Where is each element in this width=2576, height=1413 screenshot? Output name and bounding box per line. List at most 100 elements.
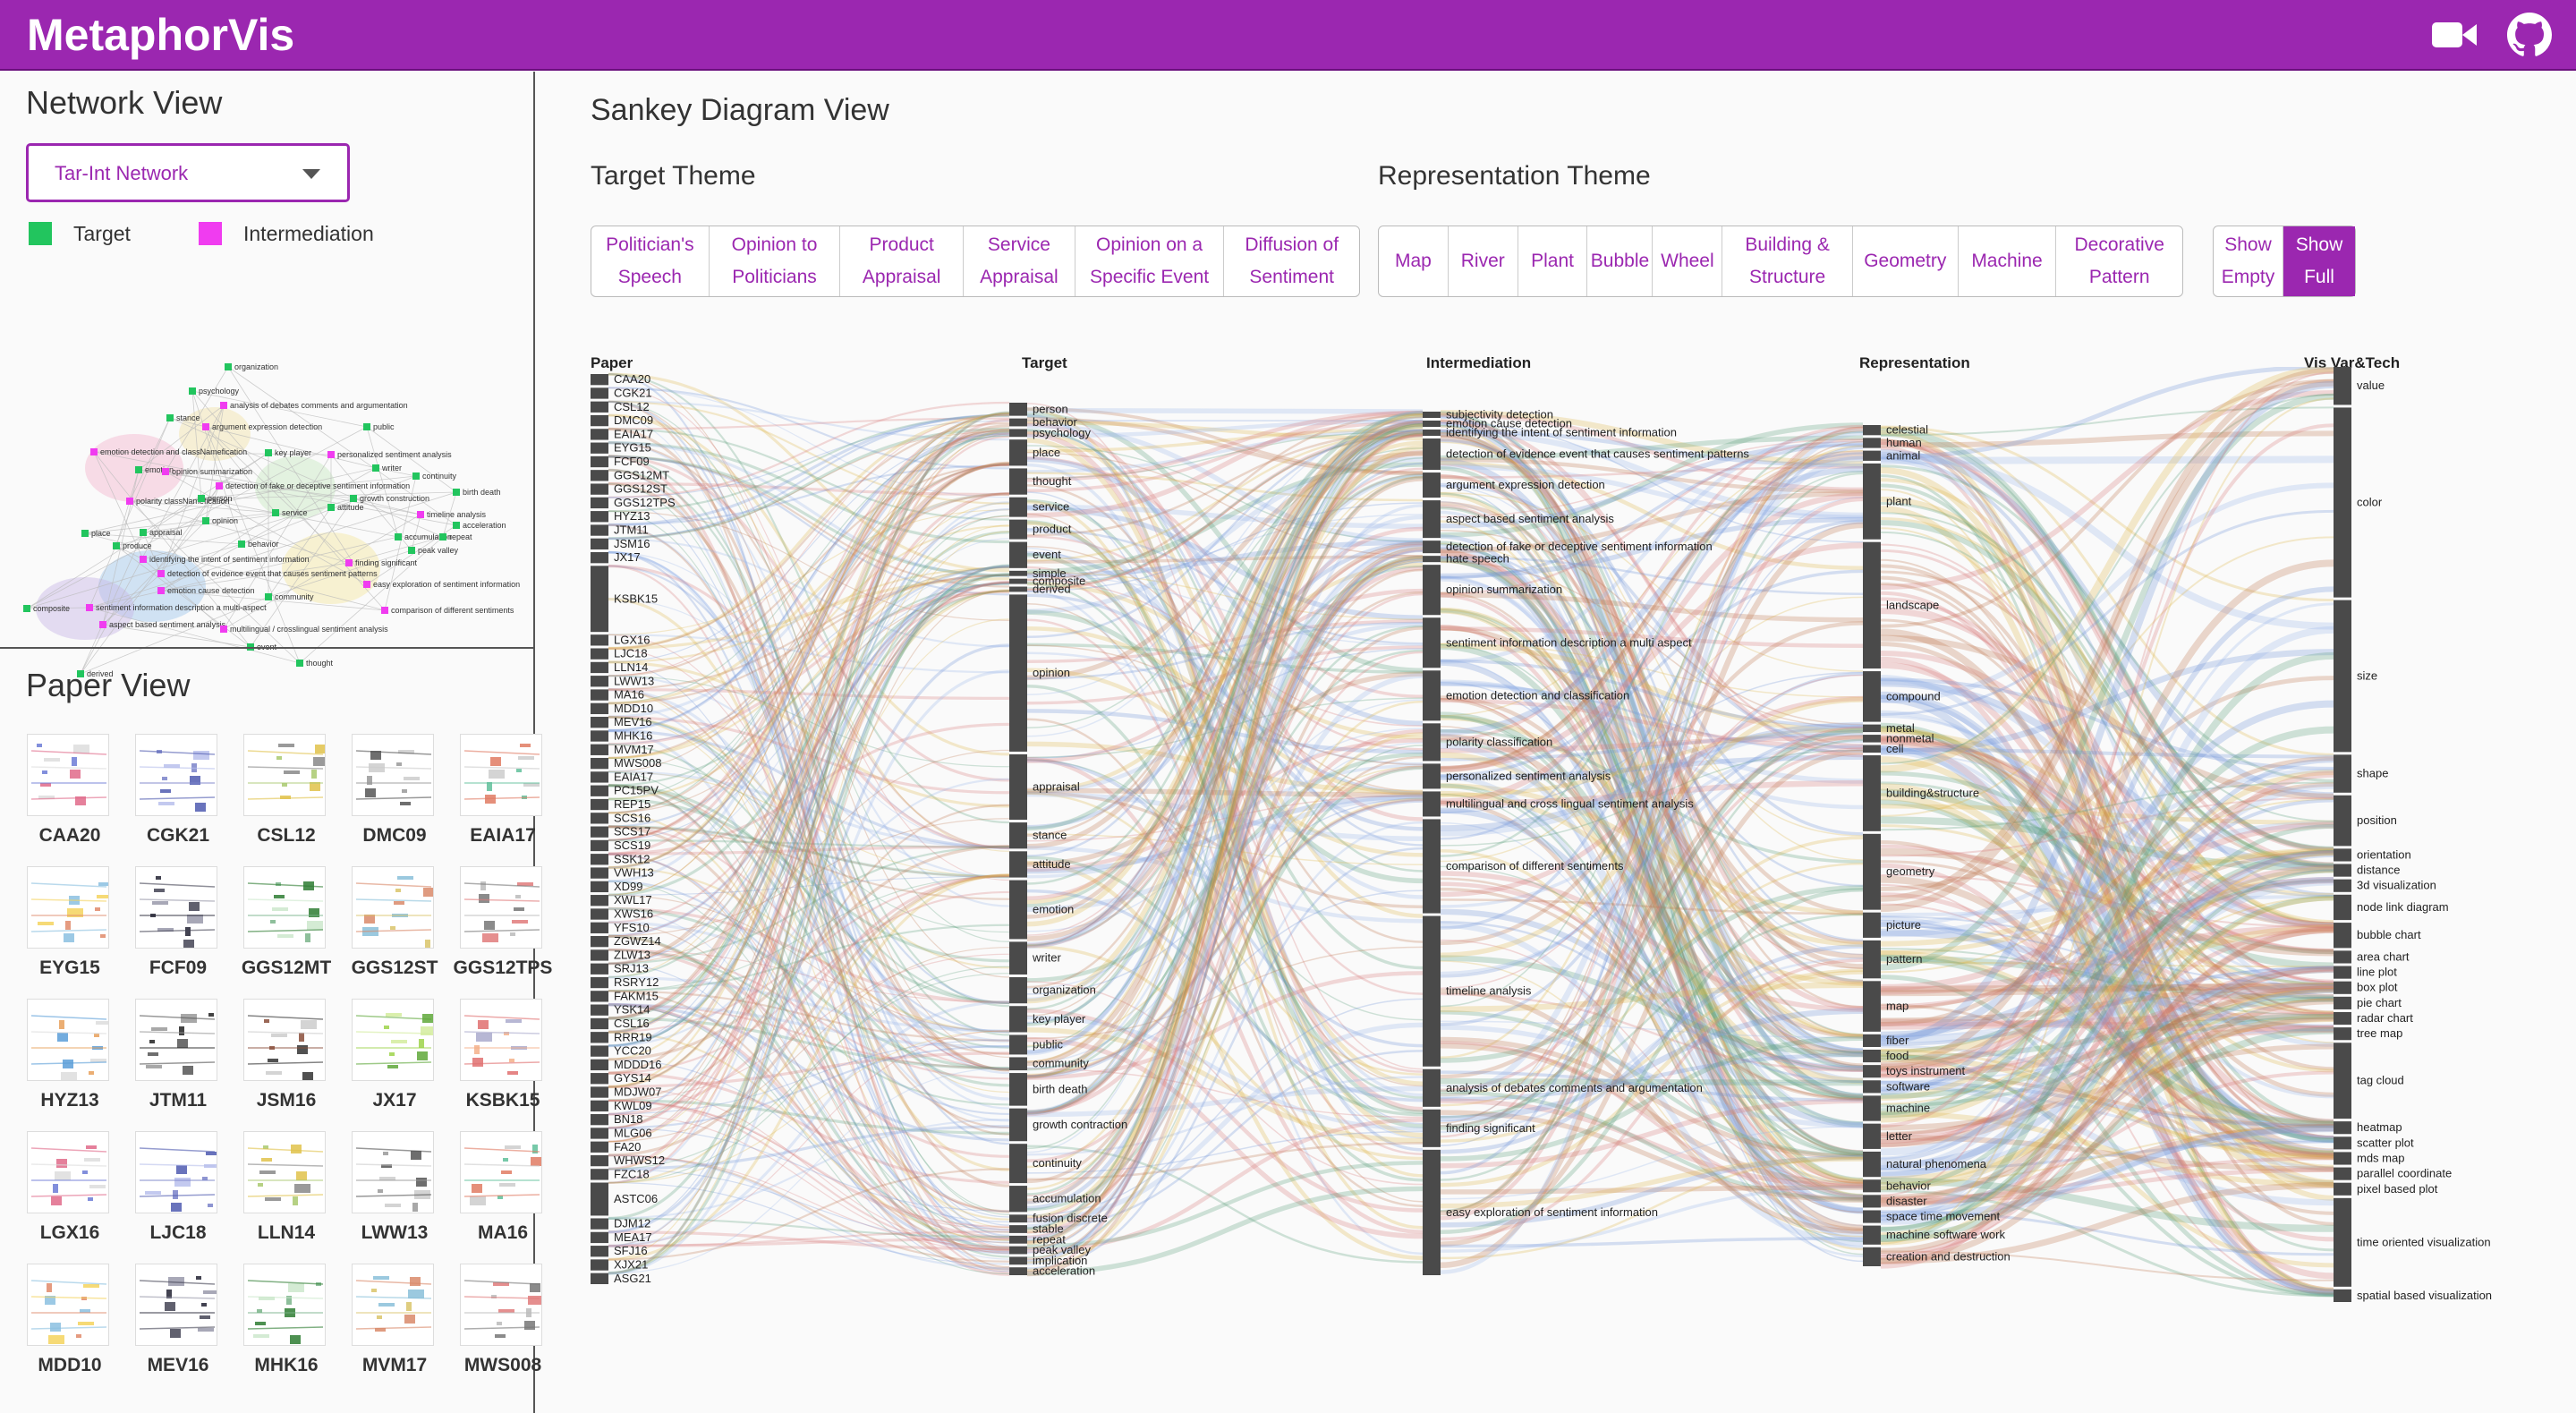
intermediation-node[interactable]	[1423, 723, 1441, 762]
paper-thumbnail-eyg15[interactable]	[27, 866, 109, 949]
network-node[interactable]: service	[272, 508, 308, 517]
paper-thumbnail-lgx16[interactable]	[27, 1131, 109, 1213]
vistech-node[interactable]	[2334, 1197, 2351, 1287]
representation-node[interactable]	[1863, 1151, 1881, 1178]
paper-node[interactable]	[591, 1086, 608, 1098]
representation-node[interactable]	[1863, 1247, 1881, 1266]
paper-node[interactable]	[591, 813, 608, 824]
sankey-diagram[interactable]: CAA20CGK21CSL12DMC09EAIA17EYG15FCF09GGS1…	[537, 367, 2576, 1413]
target-node[interactable]	[1009, 1034, 1027, 1055]
target-node[interactable]	[1009, 1186, 1027, 1213]
network-node[interactable]: produce	[113, 541, 152, 550]
paper-thumbnail-cgk21[interactable]	[135, 734, 217, 816]
paper-node[interactable]	[591, 798, 608, 811]
paper-node[interactable]	[591, 401, 608, 413]
target-node[interactable]	[1009, 976, 1027, 1004]
rep-plant-button[interactable]: Plant	[1518, 226, 1588, 296]
target-service-appraisal-button[interactable]: Service Appraisal	[964, 226, 1075, 296]
target-node[interactable]	[1009, 1108, 1027, 1142]
vistech-node[interactable]	[2334, 407, 2351, 598]
paper-node[interactable]	[591, 538, 608, 550]
network-node[interactable]: aspect based sentiment analysis	[99, 620, 226, 629]
network-node[interactable]: easy exploration of sentiment informatio…	[363, 580, 520, 589]
vistech-node[interactable]	[2334, 1136, 2351, 1150]
paper-node[interactable]	[591, 717, 608, 728]
representation-node[interactable]	[1863, 745, 1881, 753]
network-node[interactable]: behavior	[238, 540, 279, 549]
video-camera-icon[interactable]	[2430, 13, 2478, 57]
network-node[interactable]: argument expression detection	[202, 422, 322, 431]
network-node[interactable]: composite	[23, 604, 70, 613]
paper-node[interactable]	[591, 470, 608, 481]
paper-thumbnail-mvm17[interactable]	[352, 1264, 434, 1346]
network-node[interactable]: stance	[166, 413, 200, 422]
target-node[interactable]	[1009, 1256, 1027, 1265]
paper-node[interactable]	[591, 1218, 608, 1230]
paper-thumbnail-ggs12tps[interactable]	[460, 866, 542, 949]
network-node[interactable]: emotion detection and classNamefication	[90, 447, 247, 456]
paper-node[interactable]	[591, 497, 608, 509]
vistech-node[interactable]	[2334, 600, 2351, 753]
rep-map-button[interactable]: Map	[1379, 226, 1449, 296]
intermediation-node[interactable]	[1423, 1149, 1441, 1275]
paper-node[interactable]	[591, 1113, 608, 1126]
representation-node[interactable]	[1863, 940, 1881, 979]
paper-node[interactable]	[591, 1273, 608, 1284]
paper-node[interactable]	[591, 374, 608, 386]
paper-thumbnail-mws008[interactable]	[460, 1264, 542, 1346]
network-node[interactable]: sentiment information description a mult…	[86, 603, 267, 612]
paper-thumbnail-fcf09[interactable]	[135, 866, 217, 949]
paper-node[interactable]	[591, 524, 608, 536]
paper-thumbnail-jsm16[interactable]	[243, 999, 326, 1081]
network-node[interactable]: identifying the intent of sentiment info…	[140, 555, 310, 564]
rep-river-button[interactable]: River	[1449, 226, 1518, 296]
network-node[interactable]: person	[198, 494, 233, 503]
network-node[interactable]: timeline analysis	[417, 510, 487, 519]
target-product-appraisal-button[interactable]: Product Appraisal	[840, 226, 965, 296]
paper-thumbnail-mhk16[interactable]	[243, 1264, 326, 1346]
paper-node[interactable]	[591, 730, 608, 742]
paper-thumbnail-mdd10[interactable]	[27, 1264, 109, 1346]
target-node[interactable]	[1009, 1225, 1027, 1233]
target-node[interactable]	[1009, 570, 1027, 576]
vistech-node[interactable]	[2334, 1152, 2351, 1165]
network-node[interactable]: comparison of different sentiments	[381, 606, 514, 615]
vistech-node[interactable]	[2334, 367, 2351, 405]
representation-node[interactable]	[1863, 671, 1881, 722]
representation-node[interactable]	[1863, 755, 1881, 831]
network-node[interactable]: personalized sentiment analysis	[327, 450, 452, 459]
target-node[interactable]	[1009, 439, 1027, 466]
network-node[interactable]: finding significant	[345, 558, 418, 567]
intermediation-node[interactable]	[1423, 565, 1441, 616]
paper-thumbnail-ksbk15[interactable]	[460, 999, 542, 1081]
paper-thumbnail-mev16[interactable]	[135, 1264, 217, 1346]
paper-node[interactable]	[591, 442, 608, 454]
paper-thumbnail-ggs12mt[interactable]	[243, 866, 326, 949]
paper-node[interactable]	[591, 689, 608, 701]
target-opinion-to-politicians-button[interactable]: Opinion to Politicians	[710, 226, 841, 296]
target-node[interactable]	[1009, 1006, 1027, 1033]
target-node[interactable]	[1009, 1073, 1027, 1106]
paper-node[interactable]	[591, 1100, 608, 1111]
target-node[interactable]	[1009, 1267, 1027, 1275]
paper-thumbnail-lln14[interactable]	[243, 1131, 326, 1213]
intermediation-node[interactable]	[1423, 1068, 1441, 1107]
network-node[interactable]: growth construction	[350, 494, 429, 503]
paper-thumbnail-csl12[interactable]	[243, 734, 326, 816]
target-node[interactable]	[1009, 1214, 1027, 1223]
representation-node[interactable]	[1863, 981, 1881, 1032]
intermediation-node[interactable]	[1423, 438, 1441, 471]
target-node[interactable]	[1009, 880, 1027, 940]
vistech-node[interactable]	[2334, 754, 2351, 793]
representation-node[interactable]	[1863, 1065, 1881, 1078]
paper-node[interactable]	[591, 854, 608, 865]
network-node[interactable]: opinion summarization	[162, 467, 252, 476]
network-node[interactable]: birth death	[453, 488, 501, 497]
paper-node[interactable]	[591, 429, 608, 440]
vistech-node[interactable]	[2334, 923, 2351, 949]
vistech-node[interactable]	[2334, 795, 2351, 847]
paper-node[interactable]	[591, 566, 608, 633]
paper-thumbnail-ma16[interactable]	[460, 1131, 542, 1213]
target-node[interactable]	[1009, 468, 1027, 495]
representation-node[interactable]	[1863, 1210, 1881, 1223]
